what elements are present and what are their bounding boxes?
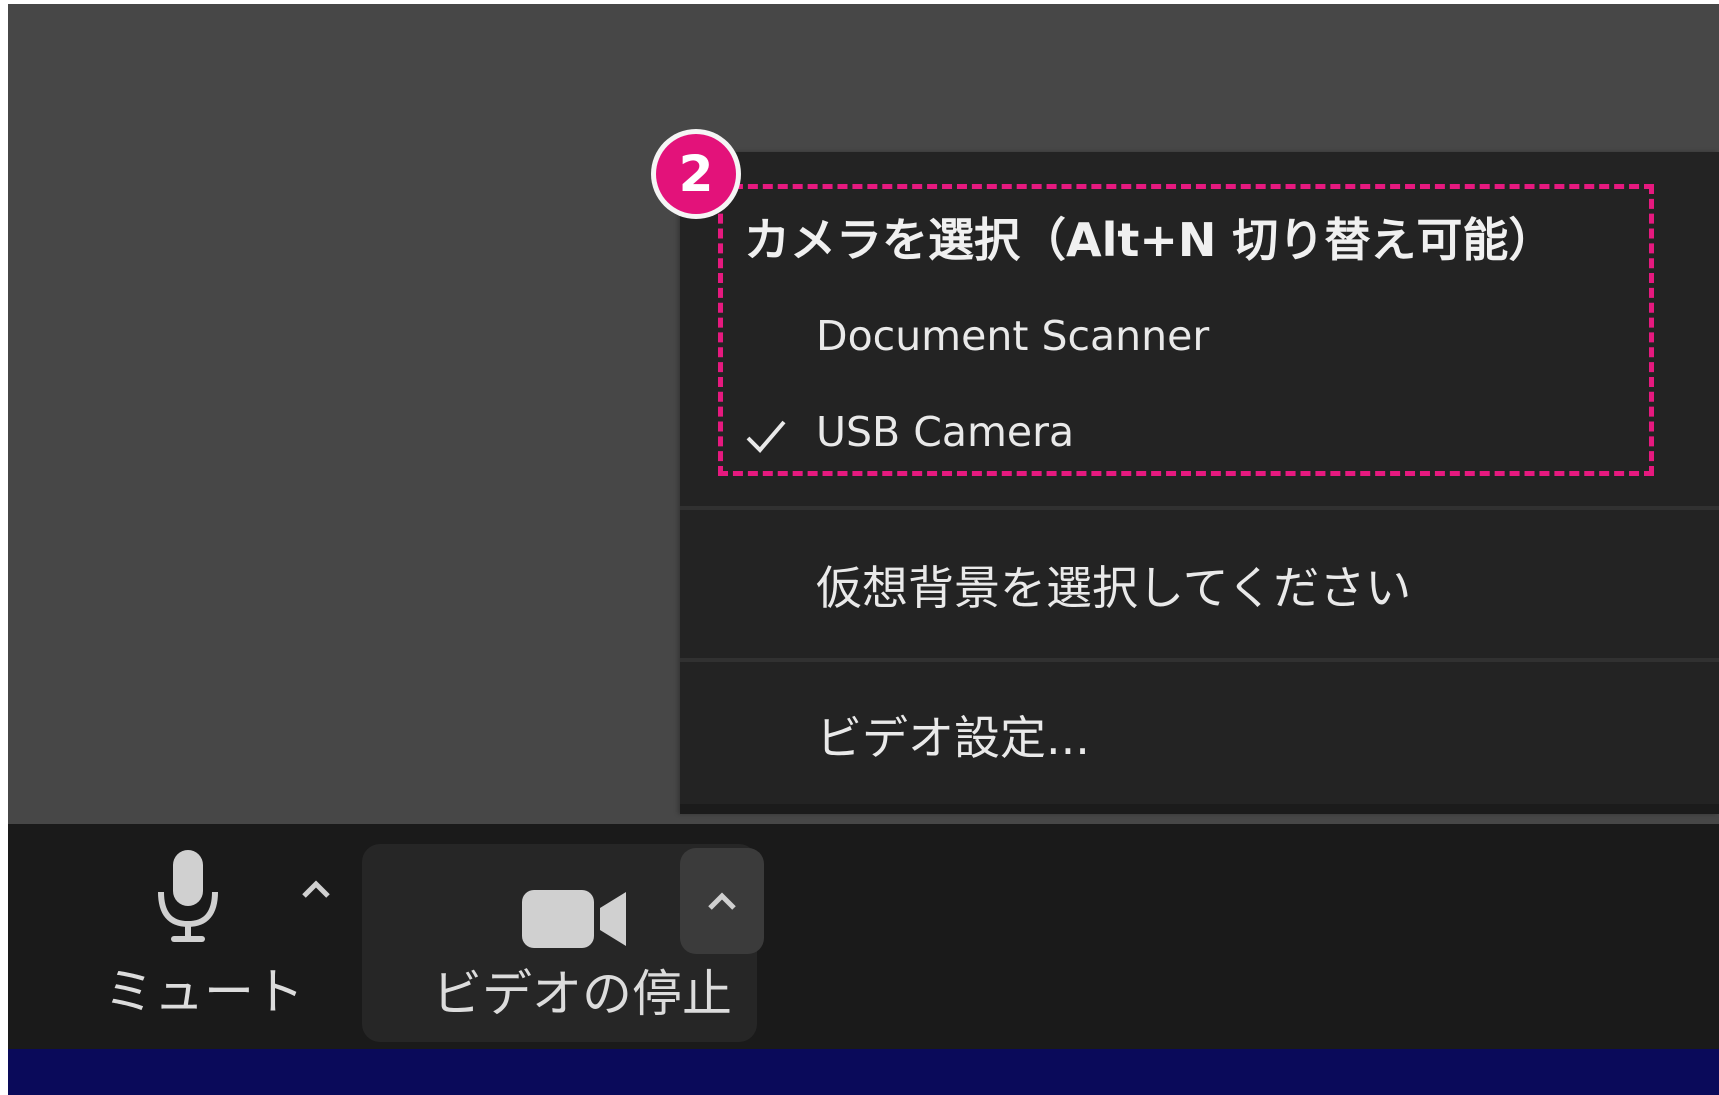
meeting-toolbar: ミュート ビデオの停止 [8,824,1719,1049]
video-settings-item[interactable]: ビデオ設定... [680,702,1719,766]
camera-highlight-box [718,184,1654,476]
menu-divider [680,506,1719,510]
virtual-background-item[interactable]: 仮想背景を選択してください [680,552,1719,616]
menu-bottom-edge [680,804,1719,814]
taskbar-strip [8,1049,1719,1095]
virtual-background-label: 仮想背景を選択してください [816,561,1412,615]
stop-video-label: ビデオの停止 [432,965,732,1023]
video-camera-icon [522,890,626,948]
caret-up-icon [708,892,736,910]
video-options-button[interactable] [680,848,764,954]
step-badge: 2 [656,134,736,214]
meeting-window: カメラを選択（Alt+N 切り替え可能） Document Scanner US… [8,4,1719,1095]
mute-label: ミュート [104,963,304,1021]
menu-divider [680,658,1719,662]
microphone-icon [158,850,218,942]
caret-up-icon[interactable] [296,874,336,904]
video-settings-label: ビデオ設定... [816,711,1090,765]
mute-button[interactable]: ミュート [8,824,304,1049]
